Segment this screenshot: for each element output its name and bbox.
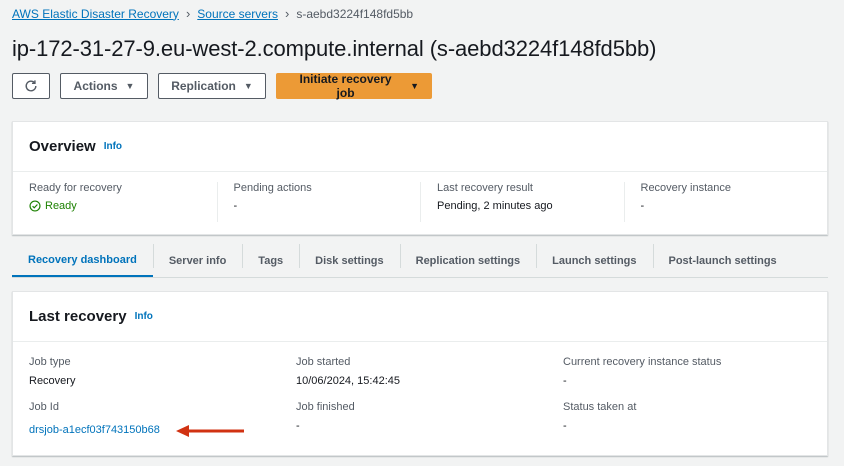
refresh-button[interactable] — [12, 73, 50, 99]
current-status-label: Current recovery instance status — [563, 356, 722, 368]
initiate-label: Initiate recovery job — [299, 72, 392, 100]
breadcrumb-current: s-aebd3224f148fd5bb — [296, 6, 414, 21]
tab-launch-settings[interactable]: Launch settings — [536, 244, 652, 277]
last-recovery-grid: Job type Recovery Job started 10/06/2024… — [13, 342, 827, 438]
last-recovery-result-field: Last recovery result Pending, 2 minutes … — [420, 182, 624, 222]
status-taken-field: Status taken at - — [563, 401, 829, 438]
initiate-recovery-job-button[interactable]: Initiate recovery job ▼ — [276, 72, 432, 100]
tab-recovery-dashboard[interactable]: Recovery dashboard — [12, 244, 153, 277]
chevron-right-icon: › — [185, 6, 191, 21]
last-recovery-result-label: Last recovery result — [437, 182, 533, 194]
caret-down-icon: ▼ — [243, 81, 253, 91]
recovery-instance-value: - — [640, 200, 645, 212]
overview-grid: Ready for recovery Ready Pending actions… — [13, 172, 827, 222]
recovery-instance-field: Recovery instance - — [623, 182, 828, 222]
check-circle-icon — [29, 200, 41, 212]
status-taken-label: Status taken at — [563, 401, 637, 413]
replication-label: Replication — [171, 79, 236, 93]
last-recovery-panel: Last recovery Info Job type Recovery Job… — [12, 291, 828, 456]
pending-actions-label: Pending actions — [233, 182, 312, 194]
last-recovery-result-value: Pending, 2 minutes ago — [437, 200, 553, 212]
caret-down-icon: ▼ — [125, 81, 135, 91]
tab-disk-settings[interactable]: Disk settings — [299, 244, 399, 277]
actions-label: Actions — [73, 79, 118, 93]
page-title: ip-172-31-27-9.eu-west-2.compute.interna… — [12, 36, 657, 61]
current-status-value: - — [563, 375, 567, 387]
toolbar: Actions ▼ Replication ▼ Initiate recover… — [12, 72, 432, 100]
actions-button[interactable]: Actions ▼ — [60, 73, 148, 99]
tab-tags[interactable]: Tags — [242, 244, 299, 277]
job-id-link[interactable]: drsjob-a1ecf03f743150b68 — [29, 424, 160, 436]
breadcrumb-item-edr[interactable]: AWS Elastic Disaster Recovery — [12, 7, 179, 21]
overview-header: Overview Info — [13, 122, 827, 172]
breadcrumb-item-source-servers[interactable]: Source servers — [197, 7, 278, 21]
ready-for-recovery-label: Ready for recovery — [29, 182, 122, 194]
refresh-icon — [25, 80, 37, 92]
ready-for-recovery-field: Ready for recovery Ready — [13, 182, 217, 222]
job-id-label: Job Id — [29, 401, 59, 413]
chevron-right-icon: › — [284, 6, 290, 21]
job-finished-label: Job finished — [296, 401, 355, 413]
pending-actions-field: Pending actions - — [216, 182, 421, 222]
job-id-field: Job Id drsjob-a1ecf03f743150b68 — [29, 401, 296, 438]
status-taken-value: - — [563, 420, 567, 432]
overview-info-link[interactable]: Info — [104, 141, 122, 152]
overview-title: Overview — [29, 138, 96, 155]
job-finished-field: Job finished - — [296, 401, 563, 438]
job-type-value: Recovery — [29, 375, 76, 387]
job-started-field: Job started 10/06/2024, 15:42:45 — [296, 356, 563, 387]
ready-status: Ready — [29, 200, 217, 212]
job-type-field: Job type Recovery — [29, 356, 296, 387]
tab-post-launch-settings[interactable]: Post-launch settings — [652, 244, 793, 277]
annotation-arrow-icon — [176, 425, 244, 437]
job-finished-value: - — [296, 420, 300, 432]
last-recovery-info-link[interactable]: Info — [135, 311, 153, 322]
recovery-instance-label: Recovery instance — [640, 182, 732, 194]
ready-status-text: Ready — [45, 200, 77, 212]
overview-panel: Overview Info Ready for recovery Ready P… — [12, 121, 828, 235]
job-started-value: 10/06/2024, 15:42:45 — [296, 375, 400, 387]
pending-actions-value: - — [233, 200, 238, 212]
job-type-label: Job type — [29, 356, 71, 368]
caret-down-icon: ▼ — [410, 81, 419, 91]
last-recovery-title: Last recovery — [29, 308, 127, 325]
tab-replication-settings[interactable]: Replication settings — [399, 244, 537, 277]
job-started-label: Job started — [296, 356, 351, 368]
last-recovery-header: Last recovery Info — [13, 292, 827, 342]
replication-button[interactable]: Replication ▼ — [158, 73, 266, 99]
tab-server-info[interactable]: Server info — [152, 244, 242, 277]
current-status-field: Current recovery instance status - — [563, 356, 829, 387]
tab-bar: Recovery dashboard Server info Tags Disk… — [12, 244, 828, 278]
breadcrumb: AWS Elastic Disaster Recovery › Source s… — [12, 6, 413, 21]
